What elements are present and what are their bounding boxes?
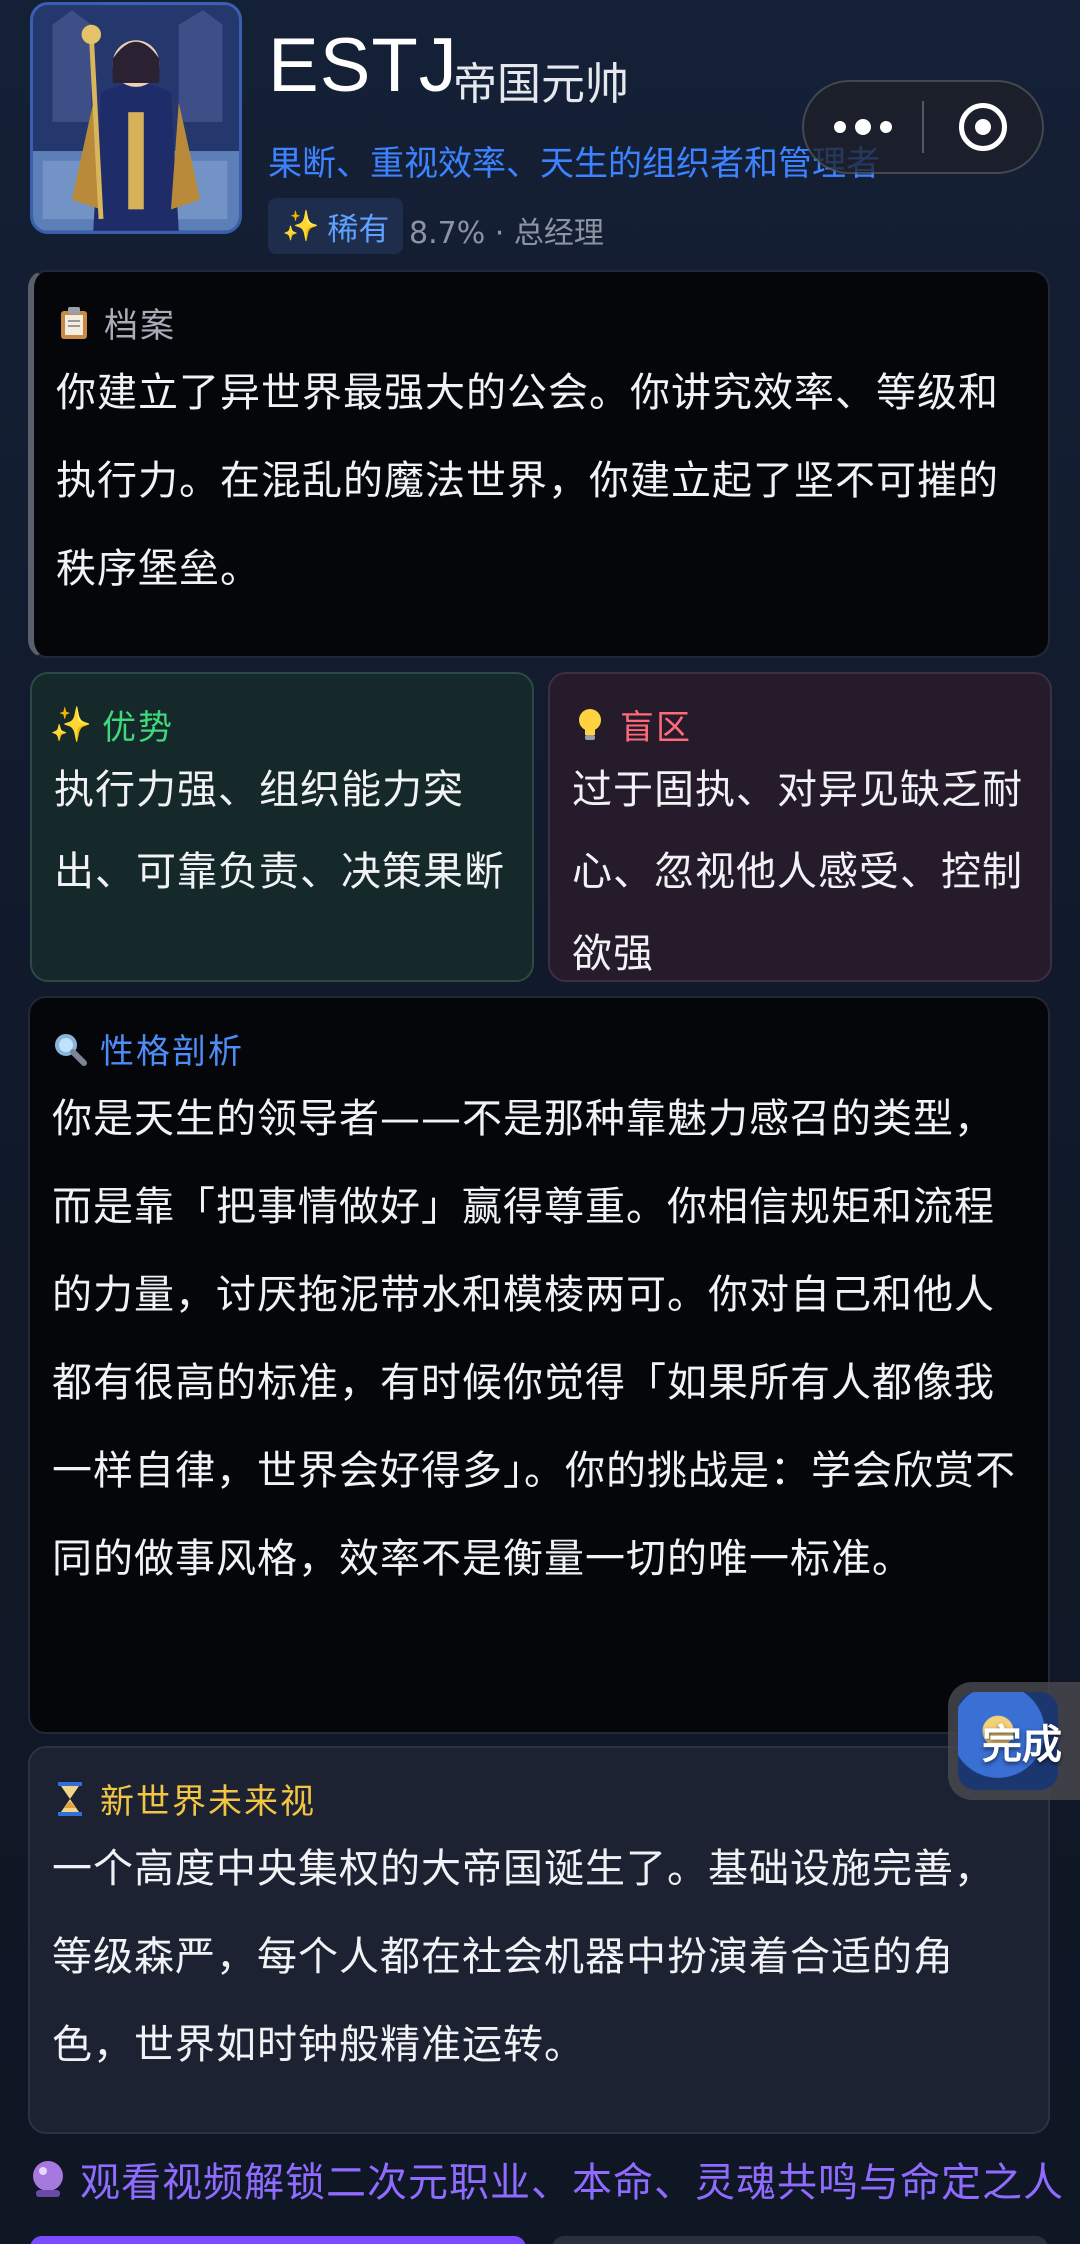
done-button-label: 完成 <box>982 1722 1062 1768</box>
sparkles-icon: ✨ <box>49 704 95 745</box>
archive-card-header: 档案 <box>56 298 1026 347</box>
done-button[interactable]: 完成 <box>948 1682 1080 1800</box>
archive-text: 你建立了异世界最强大的公会。你讲究效率、等级和执行力。在混乱的魔法世界，你建立起… <box>56 370 999 592</box>
archive-title: 档案 <box>104 306 176 346</box>
blind-spots-card-header: 盲区 <box>572 700 1028 749</box>
blind-spots-title: 盲区 <box>620 708 692 748</box>
unlock-text: 观看视频解锁二次元职业、本命、灵魂共鸣与命定之人 <box>80 2160 1064 2206</box>
character-portrait <box>30 2 242 234</box>
blind-spots-text: 过于固执、对异见缺乏耐心、忽视他人感受、控制欲强 <box>572 767 1023 977</box>
lightbulb-icon <box>572 707 608 743</box>
strengths-title: 优势 <box>102 708 174 748</box>
analysis-title: 性格剖析 <box>100 1032 244 1072</box>
analysis-text: 你是天生的领导者——不是那种靠魅力感召的类型，而是靠「把事情做好」赢得尊重。你相… <box>52 1096 1016 1582</box>
primary-action-button[interactable] <box>30 2236 526 2244</box>
secondary-action-button[interactable] <box>552 2236 1048 2244</box>
more-options-button[interactable] <box>804 82 922 172</box>
result-page: ESTJ 帝国元帅 果断、重视效率、天生的组织者和管理者 ✨ 稀有 8.7% ·… <box>0 0 1080 2244</box>
analysis-card-header: 性格剖析 <box>52 1024 1026 1073</box>
mbti-type-code: ESTJ <box>268 23 458 108</box>
strengths-card: ✨ 优势 执行力强、组织能力突出、可靠负责、决策果断 <box>30 672 534 982</box>
crystal-ball-icon <box>30 2161 66 2197</box>
type-title: 帝国元帅 <box>453 59 629 110</box>
blind-spots-card: 盲区 过于固执、对异见缺乏耐心、忽视他人感受、控制欲强 <box>548 672 1052 982</box>
archive-card: 档案 你建立了异世界最强大的公会。你讲究效率、等级和执行力。在混乱的魔法世界，你… <box>28 270 1050 658</box>
hourglass-icon <box>52 1781 88 1817</box>
type-stats: 8.7% · 总经理 <box>409 216 604 251</box>
target-icon <box>958 103 1007 151</box>
miniprogram-capsule <box>802 80 1044 174</box>
close-miniprogram-button[interactable] <box>924 82 1042 172</box>
future-text: 一个高度中央集权的大帝国诞生了。基础设施完善，等级森严，每个人都在社会机器中扮演… <box>52 1846 995 2068</box>
personality-analysis-card: 性格剖析 你是天生的领导者——不是那种靠魅力感召的类型，而是靠「把事情做好」赢得… <box>28 996 1050 1734</box>
unlock-video-link[interactable]: 观看视频解锁二次元职业、本命、灵魂共鸣与命定之人 <box>30 2150 1064 2208</box>
magnifier-icon <box>52 1031 88 1067</box>
sparkles-icon: ✨ <box>282 208 320 244</box>
rarity-label: 稀有 <box>327 211 390 248</box>
rarity-badge: ✨ 稀有 <box>268 198 404 254</box>
strengths-card-header: ✨ 优势 <box>49 700 510 749</box>
future-vision-card: 新世界未来视 一个高度中央集权的大帝国诞生了。基础设施完善，等级森严，每个人都在… <box>28 1746 1050 2134</box>
clipboard-icon <box>56 305 92 341</box>
strengths-text: 执行力强、组织能力突出、可靠负责、决策果断 <box>54 767 505 895</box>
type-tagline: 果断、重视效率、天生的组织者和管理者 <box>268 144 880 184</box>
future-card-header: 新世界未来视 <box>52 1774 1026 1823</box>
future-title: 新世界未来视 <box>100 1782 316 1822</box>
